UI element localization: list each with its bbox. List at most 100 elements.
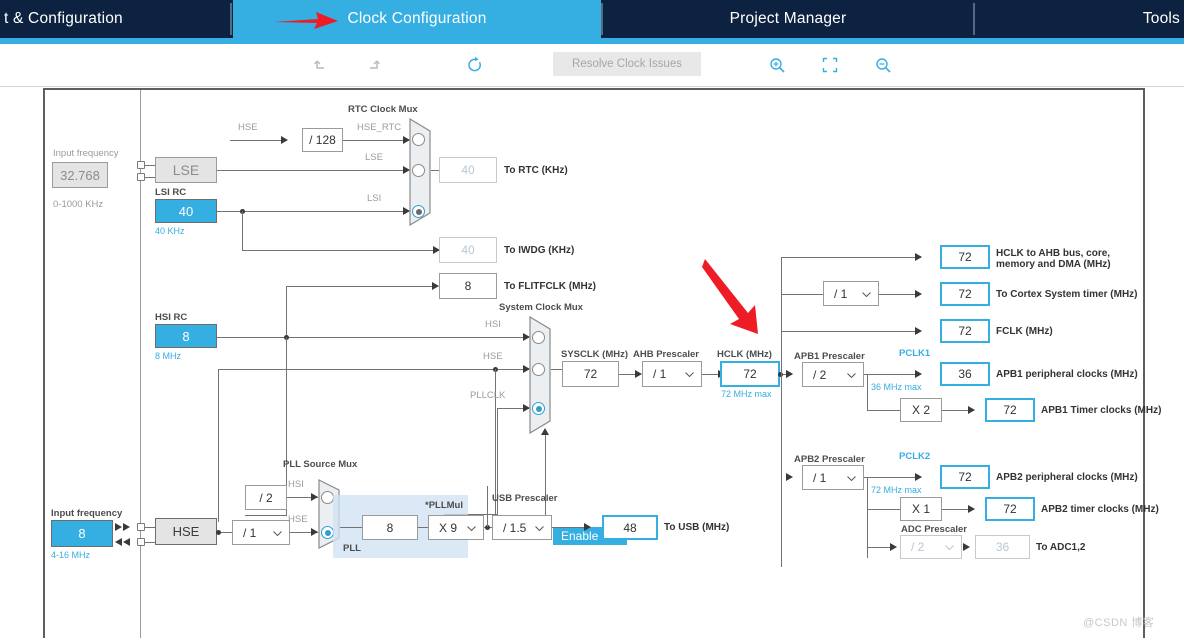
cortex-prescaler-select[interactable]: / 1: [823, 281, 879, 306]
rtc-mux-option-hse-rtc[interactable]: [412, 133, 425, 146]
apb1-periph-value-box[interactable]: 36: [940, 362, 990, 386]
to-rtc-value: 40: [461, 163, 475, 177]
wire-arrow: [915, 327, 922, 335]
hse-div128-source-label: HSE: [238, 122, 258, 133]
chevron-down-icon: [847, 372, 856, 378]
ahb-prescaler-title: AHB Prescaler: [633, 349, 700, 360]
lsi-rc-unit: 40 KHz: [155, 226, 185, 236]
redo-icon: [370, 60, 380, 69]
apb1-prescaler-select[interactable]: / 2: [802, 362, 864, 387]
fclk-value-box[interactable]: 72: [940, 319, 990, 343]
zoom-in-button[interactable]: [763, 52, 791, 78]
resolve-clock-issues-label: Resolve Clock Issues: [572, 58, 682, 70]
system-mux-option-hse[interactable]: [532, 363, 545, 376]
hsi-sysmux-label: HSI: [485, 319, 501, 330]
hse-divider-value: / 1: [243, 525, 257, 540]
apb1-timer-value: 72: [1003, 403, 1017, 417]
wire-arrow: [115, 523, 122, 531]
wire-arrow: [786, 370, 793, 378]
hclk-ahb-value: 72: [958, 250, 972, 264]
rtc-mux-option-lse[interactable]: [412, 164, 425, 177]
apb1-periph-label: APB1 peripheral clocks (MHz): [996, 369, 1138, 380]
wire: [867, 509, 900, 510]
sysclk-value: 72: [583, 367, 598, 381]
tab-tools[interactable]: Tools: [975, 0, 1184, 38]
pll-input-value: 8: [386, 520, 394, 535]
hse-oscillator-label: HSE: [172, 524, 200, 539]
sysclk-title: SYSCLK (MHz): [561, 349, 629, 360]
lse-input-frequency-field[interactable]: 32.768: [52, 162, 108, 188]
pll-source-mux-title: PLL Source Mux: [283, 459, 358, 470]
system-mux-option-hsi[interactable]: [532, 331, 545, 344]
wire-arrow: [635, 370, 642, 378]
pllclk-label: PLLCLK: [470, 390, 506, 401]
wire-arrow: [786, 473, 793, 481]
clock-tree-canvas[interactable]: Input frequency 32.768 0-1000 KHz LSE LS…: [43, 88, 1161, 638]
hsi-pllmux-label: HSI: [288, 479, 304, 490]
rtc-clock-mux-title: RTC Clock Mux: [348, 104, 418, 115]
sysclk-value-box: 72: [562, 361, 619, 387]
refresh-icon: [468, 56, 481, 72]
apb2-timer-value-box[interactable]: 72: [985, 497, 1035, 521]
toolbar-divider: [0, 86, 1184, 87]
hse-divider-select[interactable]: / 1: [232, 520, 290, 545]
undo-icon: [314, 60, 324, 69]
undo-button[interactable]: [307, 52, 335, 78]
reset-clock-button[interactable]: [461, 52, 489, 78]
rtc-mux-option-lsi[interactable]: [412, 205, 425, 218]
to-usb-value-box[interactable]: 48: [602, 515, 658, 540]
wire: [242, 211, 243, 251]
hclk-value-box[interactable]: 72: [720, 361, 780, 387]
to-rtc-value-box: 40: [439, 157, 497, 183]
to-usb-value: 48: [623, 520, 637, 535]
zoom-in-icon: [769, 57, 785, 73]
lsi-rc-value-box[interactable]: 40: [155, 199, 217, 223]
hsi-div2-box: / 2: [245, 485, 287, 510]
hse-range-label: 4-16 MHz: [51, 550, 91, 560]
hse-input-frequency-value: 8: [78, 526, 86, 541]
cortex-timer-value-box[interactable]: 72: [940, 282, 990, 306]
lse-pin-in: [137, 161, 145, 169]
wire-arrow-left: [115, 538, 122, 546]
usb-prescaler-select[interactable]: / 1.5: [492, 515, 552, 540]
tab-pinout-configuration[interactable]: t & Configuration: [0, 0, 230, 38]
wire: [545, 434, 546, 448]
hclk-title: HCLK (MHz): [717, 349, 772, 360]
wire: [145, 165, 155, 166]
apb1-timer-value-box[interactable]: 72: [985, 398, 1035, 422]
lse-oscillator-label: LSE: [172, 162, 200, 178]
apb2-periph-value-box[interactable]: 72: [940, 465, 990, 489]
hse-input-frequency-field[interactable]: 8: [51, 520, 113, 547]
chevron-down-icon: [467, 525, 476, 531]
apb2-prescaler-select[interactable]: / 1: [802, 465, 864, 490]
wire-junction: [216, 530, 221, 535]
wire-arrow: [915, 290, 922, 298]
hsi-rc-value-box[interactable]: 8: [155, 324, 217, 348]
hsi-rc-title: HSI RC: [155, 312, 188, 323]
hse-div128-box[interactable]: / 128: [302, 128, 343, 152]
redo-button[interactable]: [359, 52, 387, 78]
adc-prescaler-select[interactable]: / 2: [900, 535, 962, 559]
apb2-timer-multiplier-box: X 1: [900, 497, 942, 521]
pll-input-box: 8: [362, 515, 418, 540]
pllmul-select[interactable]: X 9: [428, 515, 484, 540]
to-rtc-label: To RTC (KHz): [504, 165, 568, 176]
system-mux-option-pllclk[interactable]: [532, 402, 545, 415]
zoom-out-button[interactable]: [869, 52, 897, 78]
lse-oscillator-box[interactable]: LSE: [155, 157, 217, 183]
to-flitfclk-value: 8: [464, 279, 472, 293]
resolve-clock-issues-button[interactable]: Resolve Clock Issues: [553, 52, 701, 76]
tab-project-manager[interactable]: Project Manager: [603, 0, 973, 38]
fit-to-screen-button[interactable]: [816, 52, 844, 78]
wire-arrow-up: [541, 428, 549, 435]
wire-arrow: [311, 493, 318, 501]
hse-oscillator-box[interactable]: HSE: [155, 518, 217, 545]
wire: [218, 369, 219, 522]
hclk-ahb-value-box[interactable]: 72: [940, 245, 990, 269]
to-flitfclk-value-box[interactable]: 8: [439, 273, 497, 299]
bus-vertical: [781, 257, 782, 567]
wire-arrow: [915, 370, 922, 378]
lse-input-frequency-value: 32.768: [60, 167, 100, 183]
ahb-prescaler-select[interactable]: / 1: [642, 361, 702, 387]
pclk2-label: PCLK2: [899, 451, 931, 462]
